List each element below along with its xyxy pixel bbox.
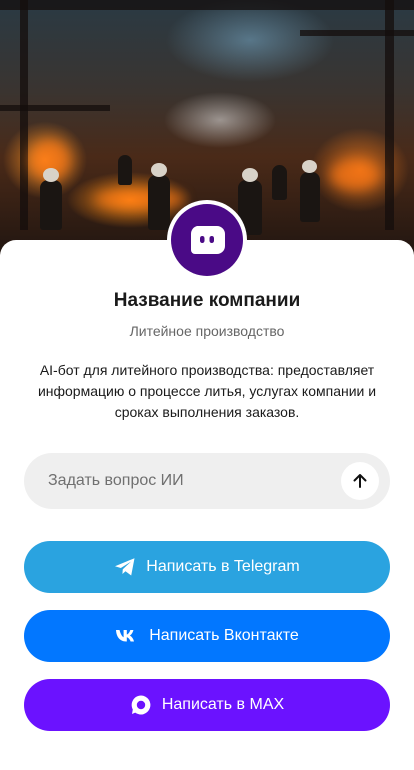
company-description: AI-бот для литейного производства: предо… (37, 362, 377, 420)
ask-ai-field[interactable]: Задать вопрос ИИ (24, 453, 390, 509)
company-name: Название компании (113, 290, 301, 311)
vk-icon (115, 629, 139, 643)
ask-ai-placeholder[interactable]: Задать вопрос ИИ (48, 472, 184, 490)
telegram-icon (114, 557, 136, 577)
telegram-button[interactable]: Написать в Telegram (24, 541, 390, 593)
vk-button[interactable]: Написать Вконтакте (24, 610, 390, 662)
bot-chat-icon (171, 204, 243, 276)
max-button-label: Написать в MAX (161, 696, 285, 713)
max-icon (130, 694, 152, 716)
send-button[interactable] (341, 462, 379, 500)
vk-button-label: Написать Вконтакте (149, 627, 299, 644)
max-button[interactable]: Написать в MAX (24, 679, 390, 731)
company-avatar (167, 200, 247, 280)
company-category: Литейное производство (129, 323, 285, 339)
telegram-button-label: Написать в Telegram (146, 558, 300, 575)
arrow-up-icon (353, 474, 367, 488)
